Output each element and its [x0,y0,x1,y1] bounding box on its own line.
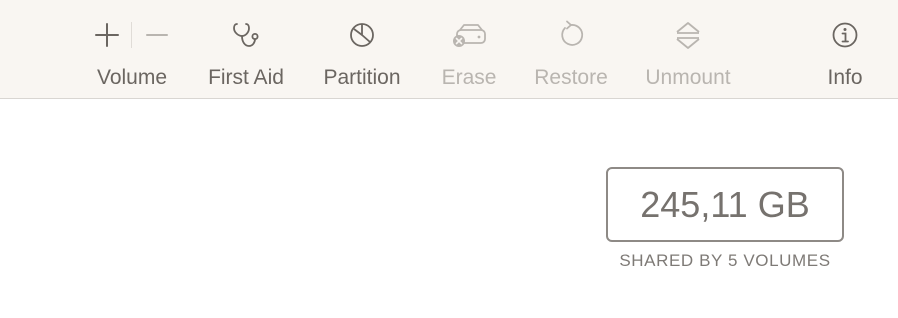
minus-icon[interactable] [142,20,172,50]
info-button[interactable]: Info [815,0,875,98]
volume-separator [131,22,132,48]
info-label: Info [827,66,863,89]
unmount-label: Unmount [645,66,731,89]
stethoscope-icon [233,23,259,47]
capacity-box: 245,11 GB [606,167,844,242]
plus-icon[interactable] [92,20,122,50]
partition-label: Partition [323,66,401,89]
volume-group: Volume [82,0,182,98]
capacity-value: 245,11 GB [640,183,810,225]
restore-icon [561,20,584,46]
first-aid-button[interactable]: First Aid [196,0,296,98]
toolbar: Volume First Aid Partition Erase Restore… [0,0,898,99]
erase-button[interactable]: Erase [429,0,509,98]
eject-icon [676,22,700,49]
erase-label: Erase [441,66,497,89]
first-aid-label: First Aid [208,66,284,89]
pie-chart-icon [350,23,374,47]
info-icon [832,22,858,48]
erase-disk-icon [453,24,486,47]
volume-label: Volume [96,66,168,89]
restore-button[interactable]: Restore [526,0,616,98]
partition-button[interactable]: Partition [312,0,412,98]
restore-label: Restore [534,66,608,89]
unmount-button[interactable]: Unmount [638,0,738,98]
capacity-subtitle: SHARED BY 5 VOLUMES [619,251,831,270]
